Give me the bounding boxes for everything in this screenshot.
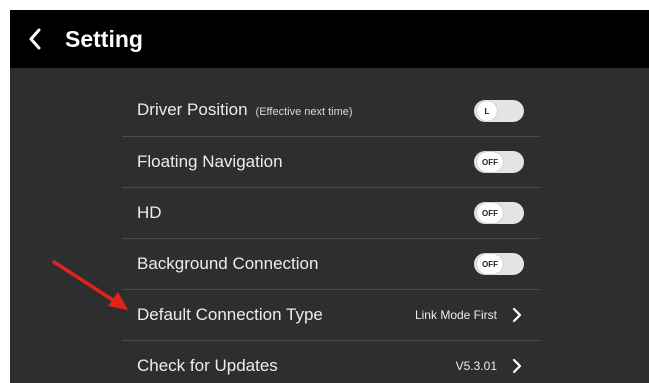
toggle-knob: L [477, 101, 497, 121]
setting-value: Link Mode First [414, 308, 497, 322]
setting-background-connection[interactable]: Background Connection OFF [122, 239, 540, 290]
background-connection-toggle[interactable]: OFF [474, 253, 524, 275]
back-button[interactable] [20, 24, 50, 54]
chevron-right-icon [510, 305, 524, 325]
setting-value: V5.3.01 [455, 359, 497, 373]
setting-label: Driver Position [137, 100, 248, 119]
chevron-right-icon [510, 356, 524, 376]
setting-driver-position[interactable]: Driver Position (Effective next time) L [122, 86, 540, 137]
toggle-knob: OFF [477, 254, 503, 274]
setting-default-connection-type[interactable]: Default Connection Type Link Mode First [122, 290, 540, 341]
floating-navigation-toggle[interactable]: OFF [474, 151, 524, 173]
settings-list: Driver Position (Effective next time) L F… [122, 86, 540, 383]
page-title: Setting [65, 26, 143, 52]
toggle-knob: OFF [477, 203, 503, 223]
setting-label: Check for Updates [137, 356, 278, 375]
header-bar: Setting [10, 10, 649, 68]
setting-label: Background Connection [137, 254, 319, 273]
setting-sublabel: (Effective next time) [255, 106, 353, 118]
annotation-arrow-icon [52, 260, 128, 310]
setting-label: Default Connection Type [137, 305, 323, 324]
driver-position-toggle[interactable]: L [474, 100, 524, 122]
setting-hd[interactable]: HD OFF [122, 188, 540, 239]
setting-check-for-updates[interactable]: Check for Updates V5.3.01 [122, 341, 540, 383]
setting-label: Floating Navigation [137, 152, 283, 171]
setting-label: HD [137, 203, 162, 222]
setting-floating-navigation[interactable]: Floating Navigation OFF [122, 137, 540, 188]
hd-toggle[interactable]: OFF [474, 202, 524, 224]
back-chevron-icon [29, 28, 41, 50]
settings-screen: Setting Driver Position (Effective next t… [10, 10, 649, 383]
toggle-knob: OFF [477, 152, 503, 172]
